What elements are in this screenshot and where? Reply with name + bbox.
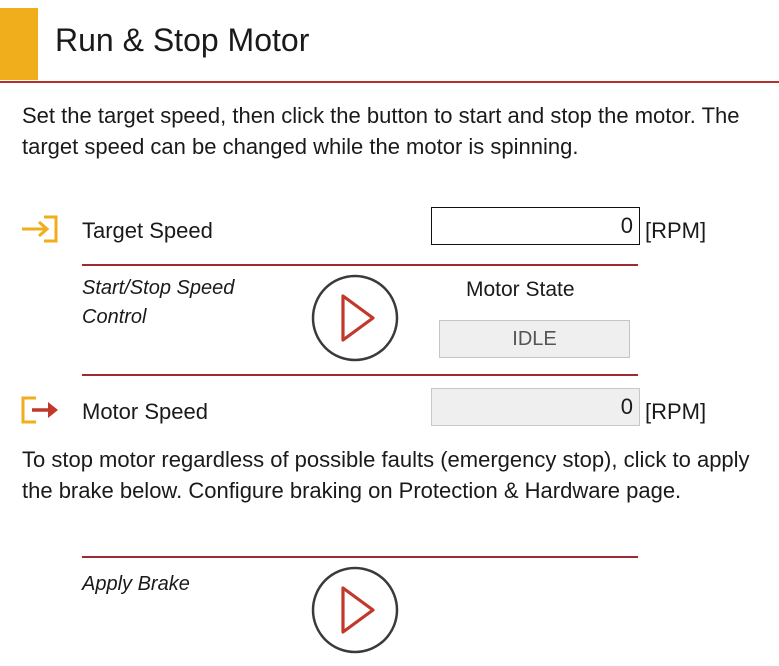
motor-state-label: Motor State	[466, 278, 575, 301]
start-stop-label: Start/Stop Speed Control	[82, 277, 235, 328]
output-arrow-icon	[21, 396, 58, 424]
page-title: Run & Stop Motor	[55, 22, 310, 58]
brake-description: To stop motor regardless of possible fau…	[22, 447, 750, 503]
header-accent-bar	[0, 8, 38, 80]
intro-text: Set the target speed, then click the but…	[22, 103, 740, 159]
input-arrow-icon	[22, 215, 58, 243]
motor-state-readout: IDLE	[439, 320, 630, 358]
motor-speed-label: Motor Speed	[82, 399, 208, 424]
motor-speed-readout: 0	[431, 388, 640, 426]
motor-speed-unit: [RPM]	[645, 399, 707, 424]
section-divider	[82, 264, 638, 266]
title-divider	[0, 81, 779, 83]
apply-brake-label: Apply Brake	[82, 573, 190, 595]
apply-brake-button[interactable]	[310, 565, 400, 655]
target-speed-input[interactable]: 0	[431, 207, 640, 245]
section-divider	[82, 556, 638, 558]
target-speed-unit: [RPM]	[645, 218, 707, 243]
start-stop-button[interactable]	[310, 273, 400, 363]
target-speed-label: Target Speed	[82, 218, 213, 243]
section-divider	[82, 374, 638, 376]
